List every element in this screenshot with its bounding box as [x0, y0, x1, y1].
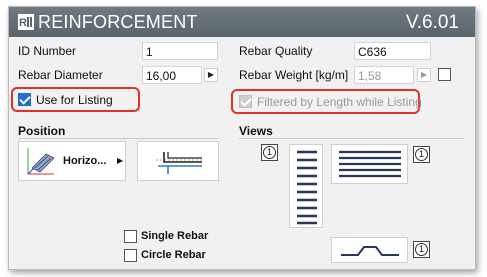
- filtered-by-length-checkbox[interactable]: [239, 95, 252, 108]
- stirrups-side-view-icon: [297, 150, 317, 225]
- filtered-by-length-label: Filtered by Length while Listing: [257, 95, 422, 109]
- dropdown-arrow-icon: ▶: [117, 156, 124, 165]
- single-rebar-label: Single Rebar: [141, 230, 209, 242]
- view-bent-card[interactable]: [331, 237, 408, 263]
- views-divider: [239, 138, 464, 139]
- position-divider: [18, 138, 218, 139]
- view-side-card[interactable]: [289, 144, 323, 228]
- reinforcement-panel: R REINFORCEMENT V.6.01 ID Number 1 Rebar…: [8, 6, 476, 270]
- view-3-badge[interactable]: 1: [413, 241, 430, 258]
- app-logo-icon: R: [18, 14, 34, 30]
- single-rebar-checkbox[interactable]: [124, 230, 137, 243]
- rebar-quality-field[interactable]: C636: [354, 42, 431, 60]
- svg-text:R: R: [19, 17, 27, 29]
- stirrups-top-view-icon: [339, 150, 401, 178]
- rebar-weight-checkbox[interactable]: [438, 68, 451, 81]
- rebar-quality-label: Rebar Quality: [239, 44, 313, 58]
- use-for-listing-label: Use for Listing: [36, 93, 113, 107]
- rebar-diameter-field[interactable]: 16,00: [142, 66, 202, 84]
- panel-title: REINFORCEMENT: [38, 12, 198, 32]
- title-bar: R REINFORCEMENT V.6.01: [9, 7, 475, 37]
- position-header: Position: [18, 124, 66, 138]
- rebar-end-preview[interactable]: [137, 141, 219, 181]
- use-for-listing-checkbox[interactable]: [18, 93, 31, 106]
- circle-rebar-checkbox[interactable]: [124, 249, 137, 262]
- id-number-field[interactable]: 1: [142, 42, 218, 60]
- circle-rebar-label: Circle Rebar: [141, 249, 206, 261]
- version-label: V.6.01: [405, 12, 459, 33]
- view-1-badge[interactable]: 1: [261, 144, 278, 161]
- rebar-diameter-label: Rebar Diameter: [18, 68, 103, 82]
- position-option-label: Horizo...: [63, 155, 107, 167]
- rebar-hook-icon: [156, 152, 204, 174]
- bent-rebar-icon: [341, 246, 399, 256]
- horizontal-position-icon: [27, 148, 55, 175]
- rebar-weight-field[interactable]: 1,58: [354, 66, 414, 84]
- view-top-card[interactable]: [331, 144, 408, 184]
- rebar-weight-label: Rebar Weight [kg/m]: [239, 68, 349, 82]
- rebar-diameter-arrow-button[interactable]: ▶: [204, 68, 218, 82]
- id-number-label: ID Number: [18, 44, 77, 58]
- rebar-weight-arrow-button[interactable]: ▶: [417, 68, 431, 82]
- position-orientation-dropdown[interactable]: Horizo... ▶: [18, 141, 126, 181]
- views-header: Views: [239, 124, 273, 138]
- view-2-badge[interactable]: 1: [413, 146, 430, 163]
